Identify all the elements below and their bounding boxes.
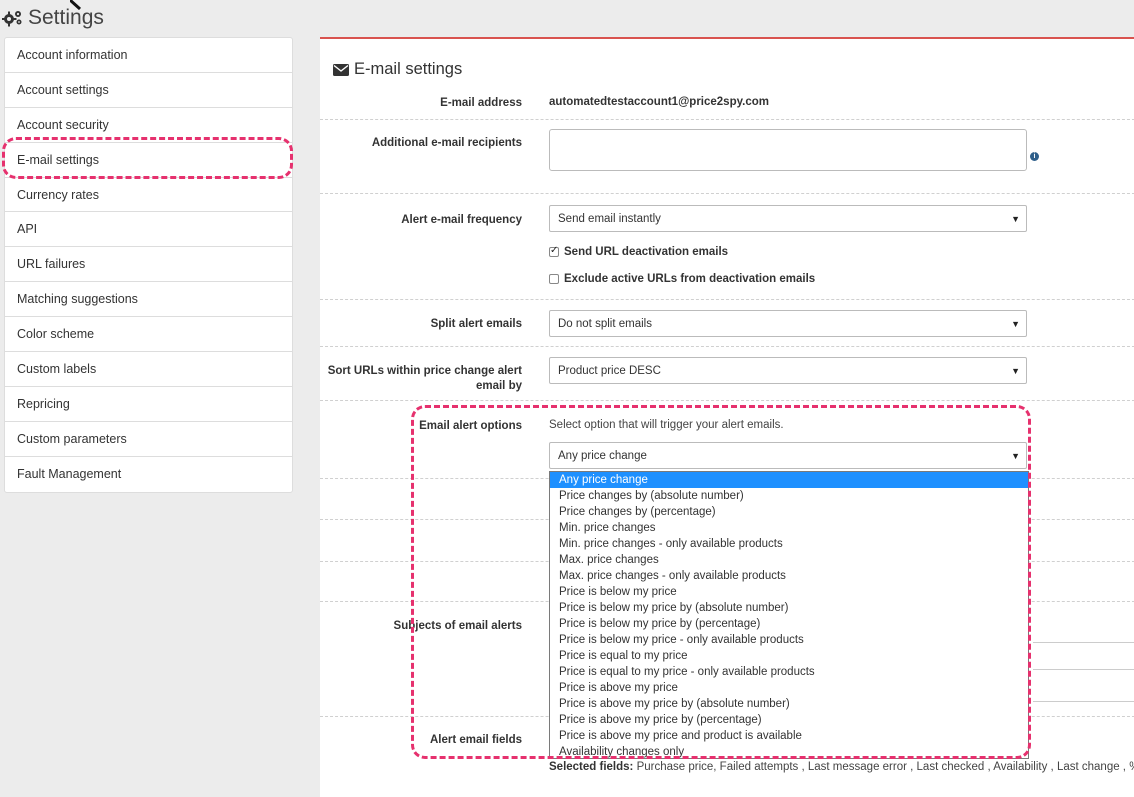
email-address-value: automatedtestaccount1@price2spy.com (549, 96, 769, 108)
sidebar-item-currency-rates[interactable]: Currency rates (5, 178, 292, 213)
divider (320, 193, 1134, 194)
sort-urls-select[interactable]: Product price DESC ▼ (549, 357, 1027, 384)
subject-input[interactable] (1033, 669, 1134, 670)
selected-fields-text: Selected fields: Purchase price, Failed … (549, 761, 1134, 773)
alert-frequency-label: Alert e-mail frequency (401, 214, 522, 226)
split-alert-select[interactable]: Do not split emails ▼ (549, 310, 1027, 337)
panel-title-text: E-mail settings (354, 60, 463, 78)
highlight-email-settings (2, 137, 293, 179)
settings-sidebar: Account information Account settings Acc… (4, 37, 293, 493)
selected-fields-prefix: Selected fields: (549, 761, 634, 773)
sidebar-item-fault-management[interactable]: Fault Management (5, 457, 292, 492)
sidebar-item-color-scheme[interactable]: Color scheme (5, 317, 292, 353)
divider (320, 346, 1134, 347)
subject-input[interactable] (1033, 701, 1134, 702)
sidebar-item-api[interactable]: API (5, 212, 292, 248)
divider (320, 119, 1134, 120)
sidebar-item-url-failures[interactable]: URL failures (5, 247, 292, 283)
exclude-active-checkbox[interactable] (549, 274, 559, 284)
divider (320, 400, 1134, 401)
selected-fields-values: Purchase price, Failed attempts , Last m… (636, 761, 1134, 773)
subject-input[interactable] (1033, 642, 1134, 643)
sidebar-item-custom-labels[interactable]: Custom labels (5, 352, 292, 387)
highlight-alert-options (411, 405, 1031, 759)
panel-title: E-mail settings (333, 60, 462, 79)
cursor-icon (70, 0, 82, 10)
split-alert-value: Do not split emails (558, 317, 652, 330)
send-deactivation-checkbox[interactable] (549, 245, 559, 257)
alert-frequency-select[interactable]: Send email instantly ▼ (549, 205, 1027, 232)
sidebar-item-account-information[interactable]: Account information (5, 38, 292, 73)
divider (320, 299, 1134, 300)
chevron-down-icon: ▼ (1011, 319, 1020, 329)
email-address-label: E-mail address (440, 97, 522, 109)
additional-recipients-textarea[interactable] (549, 129, 1027, 171)
chevron-down-icon: ▼ (1011, 366, 1020, 376)
alert-frequency-value: Send email instantly (558, 212, 661, 225)
info-icon[interactable]: i (1030, 152, 1039, 161)
gears-icon (2, 11, 22, 27)
sidebar-item-matching-suggestions[interactable]: Matching suggestions (5, 282, 292, 318)
chevron-down-icon: ▼ (1011, 214, 1020, 224)
page-title-text: Settings (28, 6, 104, 29)
sidebar-item-custom-parameters[interactable]: Custom parameters (5, 422, 292, 457)
sidebar-item-repricing[interactable]: Repricing (5, 387, 292, 422)
exclude-active-label: Exclude active URLs from deactivation em… (564, 273, 816, 285)
split-alert-label: Split alert emails (430, 318, 522, 330)
sidebar-item-account-settings[interactable]: Account settings (5, 73, 292, 108)
send-deactivation-label: Send URL deactivation emails (564, 246, 729, 258)
exclude-active-row[interactable]: Exclude active URLs from deactivation em… (549, 273, 815, 285)
send-deactivation-row[interactable]: Send URL deactivation emails (549, 245, 729, 258)
additional-recipients-label: Additional e-mail recipients (371, 137, 522, 149)
sort-urls-value: Product price DESC (558, 364, 661, 377)
page-title: Settings (2, 4, 104, 32)
sort-urls-label: Sort URLs within price change alert emai… (327, 365, 522, 392)
envelope-icon (333, 63, 349, 76)
